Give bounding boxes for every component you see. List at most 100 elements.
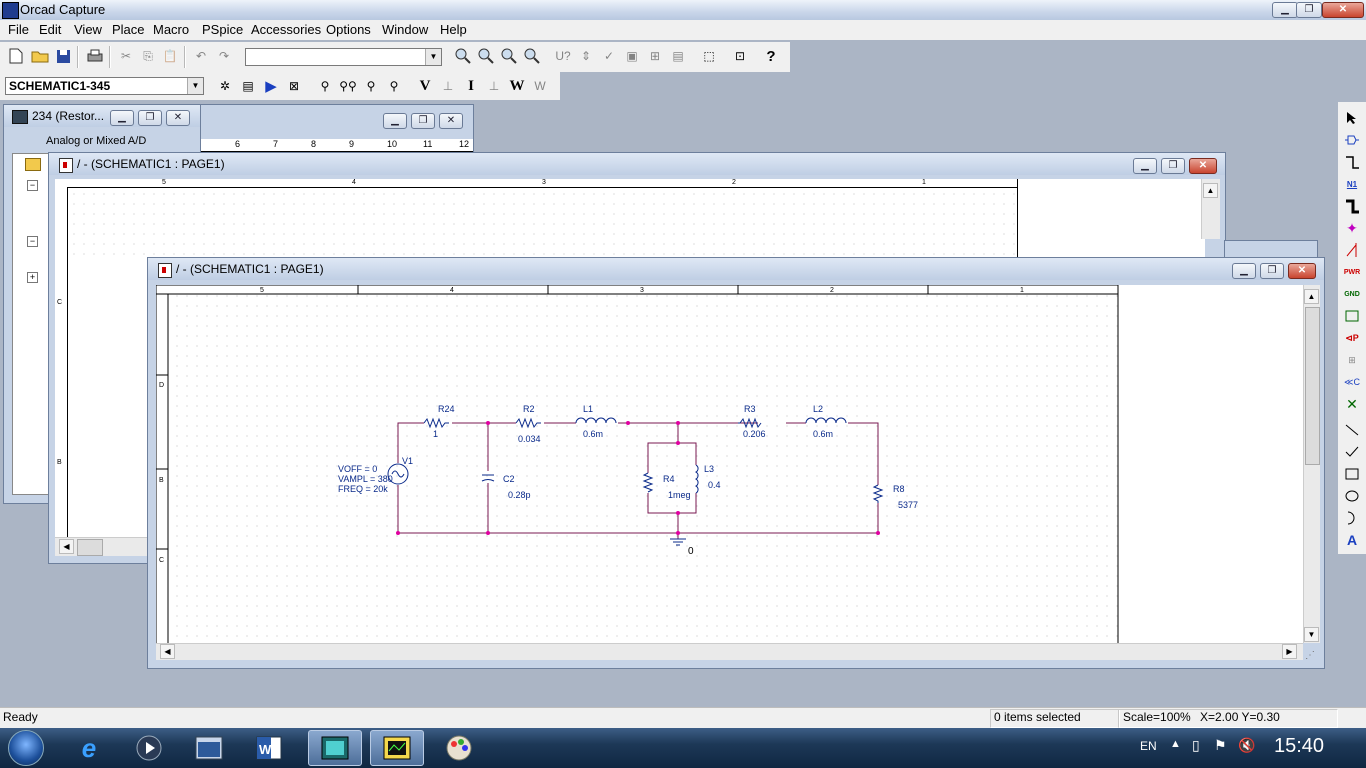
edit-simulation-icon[interactable]: ▤ <box>237 75 259 97</box>
vertical-scrollbar[interactable]: ▲ <box>1201 179 1220 239</box>
open-icon[interactable] <box>29 45 51 67</box>
place-text-icon[interactable]: A <box>1342 530 1362 550</box>
tree-collapse-icon[interactable]: − <box>27 236 38 247</box>
copy-icon[interactable]: ⎘ <box>137 45 159 67</box>
scroll-up-icon[interactable]: ▲ <box>1203 183 1218 198</box>
close-button[interactable]: ✕ <box>1288 263 1316 279</box>
annotate-icon[interactable]: U? <box>552 45 574 67</box>
scroll-thumb[interactable] <box>1305 307 1320 465</box>
background-schematic-window[interactable]: ▁ ❐ ✕ 6 7 8 9 10 11 12 <box>200 104 474 152</box>
hierarchical-pin-icon[interactable]: ⊞ <box>1342 350 1362 370</box>
start-button[interactable] <box>8 730 44 766</box>
current-display-icon[interactable]: I <box>460 75 482 97</box>
voltage-display-icon[interactable]: V <box>414 75 436 97</box>
clock[interactable]: 15:40 <box>1274 735 1324 758</box>
current-single-icon[interactable]: ⊥ <box>483 75 505 97</box>
minimize-button[interactable]: ▁ <box>1133 158 1157 174</box>
close-button[interactable]: ✕ <box>1189 158 1217 174</box>
place-ground-icon[interactable]: GND <box>1342 284 1362 304</box>
restore-button[interactable]: ❐ <box>411 113 435 129</box>
close-button[interactable]: ✕ <box>1322 2 1364 18</box>
place-polyline-icon[interactable] <box>1342 442 1362 462</box>
place-part-icon[interactable] <box>1342 130 1362 150</box>
taskbar-pspice-icon[interactable] <box>370 730 424 766</box>
scroll-right-icon[interactable]: ▶ <box>1282 644 1297 659</box>
chevron-down-icon[interactable]: ▼ <box>187 78 203 94</box>
scroll-left-icon[interactable]: ◀ <box>160 644 175 659</box>
schematic-window-front[interactable]: / - (SCHEMATIC1 : PAGE1) ▁ ❐ ✕ 5 4 3 2 1… <box>147 257 1325 669</box>
restore-button[interactable]: ❐ <box>138 110 162 126</box>
volume-muted-icon[interactable]: 🔇 <box>1238 737 1255 754</box>
place-line-icon[interactable] <box>1342 420 1362 440</box>
close-button[interactable]: ✕ <box>439 113 463 129</box>
save-icon[interactable] <box>52 45 74 67</box>
scroll-up-icon[interactable]: ▲ <box>1304 289 1319 304</box>
print-icon[interactable] <box>84 45 106 67</box>
voltage-marker-icon[interactable]: ⚲ <box>314 75 336 97</box>
no-connect-icon[interactable]: ✕ <box>1342 394 1362 414</box>
scroll-thumb[interactable] <box>77 539 103 556</box>
junction-icon[interactable]: ✦ <box>1342 218 1362 238</box>
menu-place[interactable]: Place <box>112 22 145 37</box>
taskbar-ie-icon[interactable]: e <box>62 730 116 766</box>
restore-button[interactable]: ❐ <box>1260 263 1284 279</box>
tree-expand-icon[interactable]: + <box>27 272 38 283</box>
bom-icon[interactable]: ▤ <box>667 45 689 67</box>
snap-to-grid-icon[interactable]: ⬚ <box>698 45 720 67</box>
cut-icon[interactable]: ✂ <box>115 45 137 67</box>
restore-button[interactable]: ❐ <box>1161 158 1185 174</box>
back-annotate-icon[interactable]: ⇕ <box>575 45 597 67</box>
minimize-button[interactable]: ▁ <box>1272 2 1298 18</box>
taskbar-orcad-capture-icon[interactable] <box>308 730 362 766</box>
hierarchical-block-icon[interactable] <box>1342 306 1362 326</box>
project-manager-icon[interactable]: ⊡ <box>729 45 751 67</box>
place-ellipse-icon[interactable] <box>1342 486 1362 506</box>
scroll-left-icon[interactable]: ◀ <box>59 539 74 554</box>
place-bus-icon[interactable] <box>1342 196 1362 216</box>
select-icon[interactable] <box>1342 108 1362 128</box>
view-results-icon[interactable]: ⊠ <box>283 75 305 97</box>
current-marker-icon[interactable]: ⚲ <box>360 75 382 97</box>
run-icon[interactable]: ▶ <box>260 75 282 97</box>
drc-icon[interactable]: ✓ <box>598 45 620 67</box>
project-tab[interactable]: Analog or Mixed A/D <box>46 135 146 147</box>
place-power-icon[interactable]: PWR <box>1342 262 1362 282</box>
schematic-drawing[interactable]: 5 4 3 2 1 D B C R24 1 R2 0.034 L1 0.6m R… <box>156 285 1303 643</box>
minimize-button[interactable]: ▁ <box>383 113 407 129</box>
menu-pspice[interactable]: PSpice <box>202 22 243 37</box>
menu-accessories[interactable]: Accessories <box>251 22 321 37</box>
menu-edit[interactable]: Edit <box>39 22 61 37</box>
menu-help[interactable]: Help <box>440 22 467 37</box>
tree-collapse-icon[interactable]: − <box>27 180 38 191</box>
netlist-icon[interactable]: ▣ <box>621 45 643 67</box>
zoom-area-icon[interactable] <box>498 45 520 67</box>
help-icon[interactable]: ? <box>760 45 782 67</box>
zoom-all-icon[interactable] <box>521 45 543 67</box>
voltage-single-icon[interactable]: ⊥ <box>437 75 459 97</box>
horizontal-scrollbar[interactable]: ◀ ▶ <box>156 643 1303 660</box>
minimize-button[interactable]: ▁ <box>1232 263 1256 279</box>
menu-view[interactable]: View <box>74 22 102 37</box>
menu-macro[interactable]: Macro <box>153 22 189 37</box>
vertical-scrollbar[interactable]: ▲ ▼ <box>1303 285 1320 643</box>
undo-icon[interactable]: ↶ <box>190 45 212 67</box>
place-arc-icon[interactable] <box>1342 508 1362 528</box>
redo-icon[interactable]: ↷ <box>213 45 235 67</box>
power-single-icon[interactable]: W <box>529 75 551 97</box>
schematic-combo[interactable]: SCHEMATIC1-345 ▼ <box>5 77 204 95</box>
chevron-down-icon[interactable]: ▼ <box>425 49 441 65</box>
menu-file[interactable]: File <box>8 22 29 37</box>
diff-marker-icon[interactable]: ⚲⚲ <box>337 75 359 97</box>
language-indicator[interactable]: EN <box>1140 739 1157 753</box>
new-icon[interactable] <box>5 45 27 67</box>
zoom-in-icon[interactable] <box>452 45 474 67</box>
close-button[interactable]: ✕ <box>166 110 190 126</box>
menu-window[interactable]: Window <box>382 22 428 37</box>
show-hidden-icons-icon[interactable]: ▲ <box>1170 738 1181 750</box>
net-alias-icon[interactable]: N1 <box>1342 174 1362 194</box>
resize-grip-icon[interactable]: ⋰ <box>1305 650 1319 664</box>
bus-entry-icon[interactable] <box>1342 240 1362 260</box>
taskbar-explorer-icon[interactable] <box>182 730 236 766</box>
power-display-icon[interactable]: W <box>506 75 528 97</box>
paste-icon[interactable]: 📋 <box>159 45 181 67</box>
